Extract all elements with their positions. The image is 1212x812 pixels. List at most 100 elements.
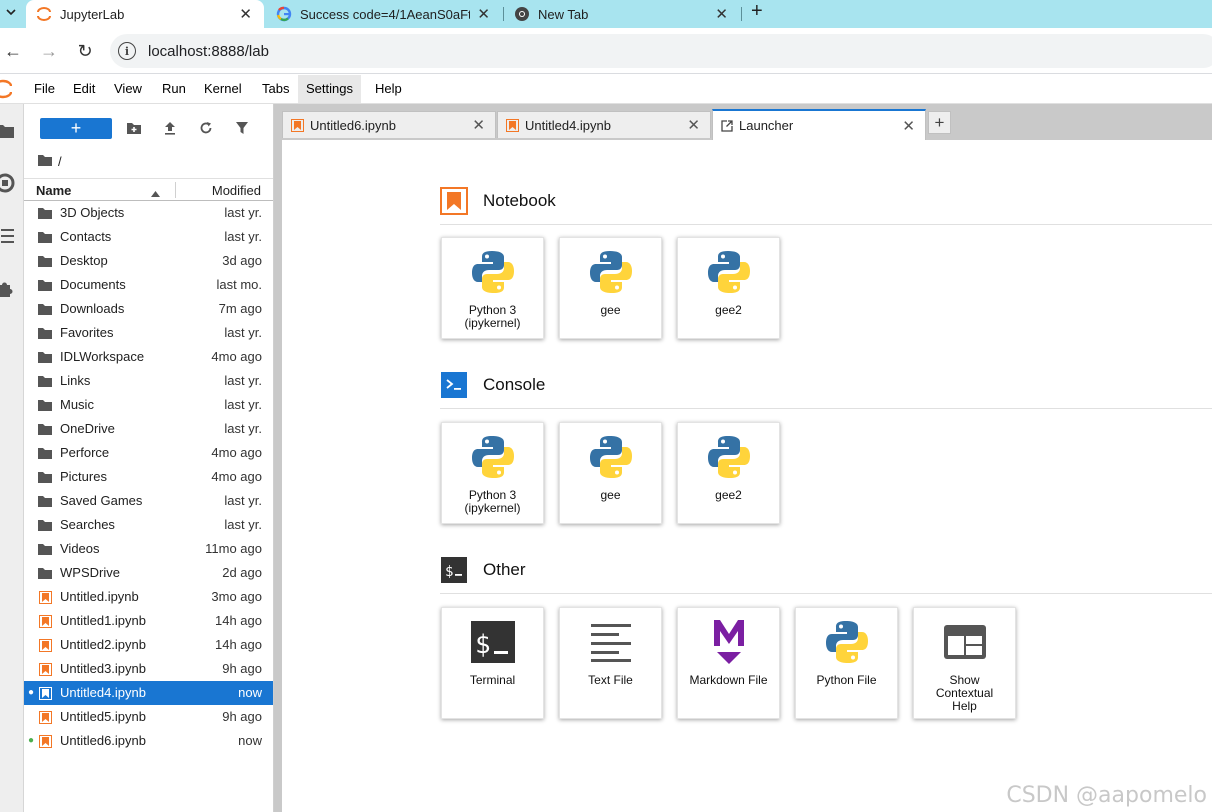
terminal-card[interactable]: $ Terminal: [441, 607, 544, 719]
console-gee2-card[interactable]: gee2: [677, 422, 780, 524]
file-list-item[interactable]: WPSDrive 2d ago: [24, 561, 273, 585]
card-label: gee: [600, 488, 621, 502]
file-name: Pictures: [60, 469, 107, 484]
file-list-item[interactable]: Contacts last yr.: [24, 225, 273, 249]
file-list-item[interactable]: 3D Objects last yr.: [24, 201, 273, 225]
name-column-header[interactable]: Name: [36, 183, 71, 198]
google-favicon-icon: [276, 6, 292, 22]
file-list-item[interactable]: Pictures 4mo ago: [24, 465, 273, 489]
file-list-item[interactable]: Music last yr.: [24, 393, 273, 417]
markdown-icon: [703, 616, 755, 668]
menu-settings[interactable]: Settings: [298, 75, 361, 103]
notebook-gee-card[interactable]: gee: [559, 237, 662, 339]
file-browser-folder-icon[interactable]: [0, 120, 16, 142]
column-resize-handle[interactable]: [175, 182, 176, 198]
home-folder-icon[interactable]: [38, 154, 52, 169]
menu-view[interactable]: View: [106, 75, 150, 103]
tab-untitled4[interactable]: Untitled4.ipynb ✕: [497, 111, 711, 138]
markdown-file-card[interactable]: Markdown File: [677, 607, 780, 719]
extension-manager-puzzle-icon[interactable]: [0, 278, 16, 300]
browser-tab-success[interactable]: Success code=4/1AeanS0aFt ✕: [264, 0, 502, 28]
close-icon[interactable]: ✕: [472, 116, 485, 134]
file-list-header: Name Modified: [24, 178, 273, 201]
notebook-python3-card[interactable]: Python 3 (ipykernel): [441, 237, 544, 339]
file-list-item[interactable]: Documents last mo.: [24, 273, 273, 297]
file-list-item[interactable]: Saved Games last yr.: [24, 489, 273, 513]
panel-splitter[interactable]: [274, 104, 282, 812]
file-list-item[interactable]: OneDrive last yr.: [24, 417, 273, 441]
site-info-icon[interactable]: i: [118, 42, 136, 60]
card-label: Python 3 (ipykernel): [464, 303, 521, 330]
back-arrow-icon[interactable]: ←: [2, 40, 24, 62]
new-launcher-button[interactable]: +: [40, 118, 112, 139]
omnibox[interactable]: i localhost:8888/lab: [110, 34, 1212, 68]
new-folder-icon[interactable]: [122, 116, 146, 140]
file-list-item[interactable]: ● Untitled4.ipynb now: [24, 681, 273, 705]
forward-arrow-icon[interactable]: →: [38, 40, 60, 62]
file-list-item[interactable]: Untitled3.ipynb 9h ago: [24, 657, 273, 681]
file-list-item[interactable]: Untitled2.ipynb 14h ago: [24, 633, 273, 657]
file-list-item[interactable]: Perforce 4mo ago: [24, 441, 273, 465]
file-list-item[interactable]: Untitled1.ipynb 14h ago: [24, 609, 273, 633]
file-name: Untitled5.ipynb: [60, 709, 146, 724]
console-gee-card[interactable]: gee: [559, 422, 662, 524]
file-list-item[interactable]: Links last yr.: [24, 369, 273, 393]
menu-tabs[interactable]: Tabs: [254, 75, 297, 103]
file-list-item[interactable]: Downloads 7m ago: [24, 297, 273, 321]
breadcrumb: /: [38, 152, 62, 170]
file-list-item[interactable]: ● Untitled6.ipynb now: [24, 729, 273, 753]
menu-edit[interactable]: Edit: [65, 75, 103, 103]
jupyter-logo-icon: [0, 79, 13, 102]
tab-launcher[interactable]: Launcher ✕: [712, 109, 926, 140]
tab-separator: [741, 7, 742, 21]
table-of-contents-icon[interactable]: [0, 225, 16, 247]
tab-search-button[interactable]: [0, 0, 22, 24]
new-tab-button[interactable]: +: [751, 0, 763, 23]
left-activity-bar: [0, 104, 24, 812]
file-name: Untitled1.ipynb: [60, 613, 146, 628]
file-list-item[interactable]: Searches last yr.: [24, 513, 273, 537]
python-icon: [821, 616, 873, 668]
close-tab-icon[interactable]: ✕: [715, 5, 728, 23]
file-list-item[interactable]: Desktop 3d ago: [24, 249, 273, 273]
text-file-card[interactable]: Text File: [559, 607, 662, 719]
file-list-item[interactable]: IDLWorkspace 4mo ago: [24, 345, 273, 369]
browser-tab-jupyterlab[interactable]: JupyterLab ✕: [26, 0, 264, 28]
running-kernels-icon[interactable]: [0, 172, 16, 194]
notebook-gee2-card[interactable]: gee2: [677, 237, 780, 339]
file-list-item[interactable]: Videos 11mo ago: [24, 537, 273, 561]
folder-icon: [38, 254, 52, 268]
close-tab-icon[interactable]: ✕: [477, 5, 490, 23]
close-icon[interactable]: ✕: [902, 117, 915, 135]
close-icon[interactable]: ✕: [687, 116, 700, 134]
file-modified: last yr.: [224, 397, 262, 412]
add-tab-button[interactable]: +: [928, 111, 951, 134]
browser-tab-new-tab[interactable]: New Tab ✕: [504, 0, 740, 28]
url-text[interactable]: localhost:8888/lab: [148, 43, 269, 60]
breadcrumb-root[interactable]: /: [58, 154, 62, 169]
modified-column-header[interactable]: Modified: [212, 183, 261, 198]
refresh-icon[interactable]: [194, 116, 218, 140]
menu-kernel[interactable]: Kernel: [196, 75, 250, 103]
file-list-item[interactable]: Untitled5.ipynb 9h ago: [24, 705, 273, 729]
menu-help[interactable]: Help: [367, 75, 410, 103]
reload-icon[interactable]: ↻: [74, 40, 96, 62]
menu-file[interactable]: File: [26, 75, 63, 103]
notebook-icon: [38, 734, 52, 748]
close-tab-icon[interactable]: ✕: [239, 5, 252, 23]
filter-icon[interactable]: [230, 116, 254, 140]
python-icon: [703, 246, 755, 298]
python-file-card[interactable]: Python File: [795, 607, 898, 719]
contextual-help-card[interactable]: Show Contextual Help: [913, 607, 1016, 719]
tab-untitled6[interactable]: Untitled6.ipynb ✕: [282, 111, 496, 138]
menu-run[interactable]: Run: [154, 75, 194, 103]
running-indicator-icon: ●: [28, 735, 35, 746]
file-list: 3D Objects last yr. Contacts last yr. Deskto…: [24, 201, 273, 753]
file-list-item[interactable]: Favorites last yr.: [24, 321, 273, 345]
file-modified: 3d ago: [222, 253, 262, 268]
upload-icon[interactable]: [158, 116, 182, 140]
file-name: 3D Objects: [60, 205, 125, 220]
folder-icon: [38, 302, 52, 316]
file-list-item[interactable]: Untitled.ipynb 3mo ago: [24, 585, 273, 609]
console-python3-card[interactable]: Python 3 (ipykernel): [441, 422, 544, 524]
